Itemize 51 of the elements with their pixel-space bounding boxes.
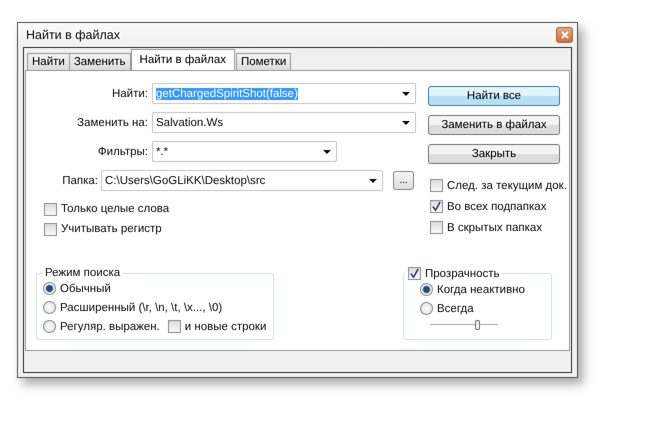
checkbox[interactable] [168, 320, 181, 333]
option-label: Обычный [60, 282, 111, 294]
tab[interactable]: Найти в файлах [130, 49, 235, 70]
checkbox[interactable] [44, 222, 57, 236]
combo-box[interactable]: *.* [152, 141, 337, 162]
checkbox[interactable] [408, 267, 421, 280]
tab[interactable]: Заменить [68, 53, 131, 70]
option-label: и новые строки [184, 320, 266, 332]
radio-button[interactable] [43, 320, 56, 333]
dropdown-arrow-icon[interactable] [402, 92, 410, 96]
window-title: Найти в файлах [26, 28, 120, 42]
option-label: Всегда [437, 302, 474, 314]
combo-box[interactable]: Salvation.Ws [152, 112, 416, 133]
combo-box[interactable]: C:\Users\GoGLiKK\Desktop\src [101, 170, 383, 191]
checkbox[interactable] [430, 221, 443, 234]
option-label: Во всех подпапках [447, 200, 546, 212]
option-label: Учитывать регистр [61, 223, 162, 235]
checkbox[interactable] [44, 202, 57, 216]
dropdown-arrow-icon[interactable] [323, 150, 331, 154]
option-label: Только целые слова [61, 203, 170, 215]
radio-button[interactable] [420, 283, 433, 296]
checkbox[interactable] [430, 200, 443, 213]
slider-thumb[interactable] [474, 320, 480, 330]
field-label: Фильтры: [96, 146, 148, 158]
dropdown-arrow-icon[interactable] [402, 120, 410, 124]
group-title: Режим поиска [44, 267, 122, 279]
dropdown-arrow-icon[interactable] [369, 178, 377, 182]
radio-button[interactable] [43, 282, 56, 295]
close-icon [560, 31, 568, 39]
field-value: Salvation.Ws [156, 116, 224, 128]
tab[interactable]: Найти [27, 53, 70, 70]
option-label: Прозрачность [425, 268, 500, 280]
action-button[interactable]: Закрыть [428, 144, 560, 164]
option-label: Расширенный (\r, \n, \t, \x..., \0) [60, 302, 222, 314]
field-value: *.* [156, 146, 168, 158]
field-label: Заменить на: [76, 116, 148, 128]
radio-button[interactable] [43, 301, 56, 314]
checkbox[interactable] [430, 179, 443, 192]
close-button[interactable] [556, 27, 573, 43]
option-label: След. за текущим док. [447, 180, 567, 192]
option-label: Когда неактивно [437, 284, 525, 296]
tab[interactable]: Пометки [236, 53, 292, 70]
field-label: Папка: [61, 174, 98, 186]
action-button[interactable]: Найти все [428, 86, 560, 106]
field-value: C:\Users\GoGLiKK\Desktop\src [105, 174, 266, 186]
browse-button[interactable]: ... [393, 171, 414, 190]
action-button[interactable]: Заменить в файлах [428, 115, 560, 135]
option-label: Регуляр. выражен. [60, 320, 160, 332]
option-label: В скрытых папках [447, 222, 542, 234]
field-label: Найти: [110, 88, 148, 100]
radio-button[interactable] [420, 302, 433, 315]
